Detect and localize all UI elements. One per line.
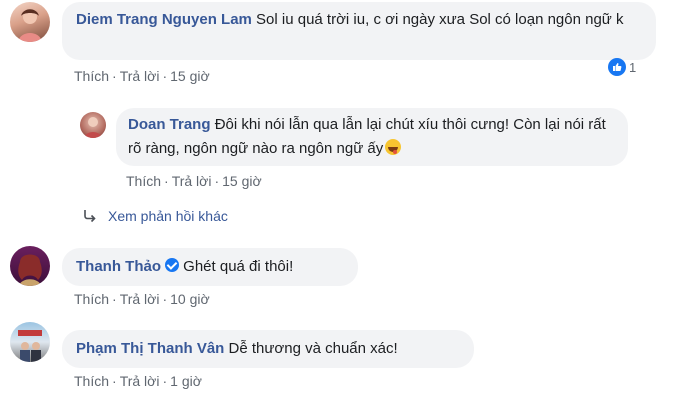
like-link[interactable]: Thích (74, 373, 109, 389)
comment-time[interactable]: 15 giờ (170, 68, 210, 84)
comment-actions: Thích · Trả lời · 1 giờ (74, 373, 202, 389)
comment-bubble: Diem Trang Nguyen Lam Sol iu quá trời iu… (62, 2, 656, 60)
comment-author[interactable]: Doan Trang (128, 116, 211, 133)
comment-author[interactable]: Thanh Thảo (76, 258, 161, 275)
comment-time[interactable]: 1 giờ (170, 373, 202, 389)
view-more-replies-label: Xem phản hồi khác (108, 208, 228, 224)
comment-bubble: Phạm Thị Thanh Vân Dễ thương và chuẩn xá… (62, 330, 474, 368)
comment-actions: Thích · Trả lời · 15 giờ (126, 173, 262, 189)
avatar[interactable] (10, 2, 50, 42)
reply-link[interactable]: Trả lời (120, 291, 160, 307)
tongue-emoji-icon (385, 139, 402, 155)
like-link[interactable]: Thích (74, 68, 109, 84)
comment-text: Sol iu quá trời iu, c ơi ngày xưa Sol có… (256, 11, 624, 28)
like-link[interactable]: Thích (74, 291, 109, 307)
comment-author[interactable]: Phạm Thị Thanh Vân (76, 340, 224, 357)
like-link[interactable]: Thích (126, 173, 161, 189)
reply-arrow-icon (84, 210, 96, 223)
avatar[interactable] (10, 322, 50, 362)
reply-link[interactable]: Trả lời (172, 173, 212, 189)
comment-time[interactable]: 10 giờ (170, 291, 210, 307)
like-icon (608, 58, 626, 76)
comment-actions: Thích · Trả lời · 10 giờ (74, 291, 210, 307)
view-more-replies-link[interactable]: Xem phản hồi khác (82, 208, 228, 224)
verified-badge-icon (165, 258, 179, 272)
comment-text: Dễ thương và chuẩn xác! (228, 340, 398, 357)
avatar[interactable] (10, 246, 50, 286)
comment-bubble: Thanh Thảo Ghét quá đi thôi! (62, 248, 358, 286)
reaction-number: 1 (629, 59, 637, 75)
comment-author[interactable]: Diem Trang Nguyen Lam (76, 11, 252, 28)
comment-actions: Thích · Trả lời · 15 giờ (74, 68, 210, 84)
reply-bubble: Doan Trang Đôi khi nói lẫn qua lẫn lại c… (116, 108, 628, 166)
comment-text: Ghét quá đi thôi! (183, 258, 294, 275)
reaction-count[interactable]: 1 (608, 58, 636, 76)
comment-time[interactable]: 15 giờ (222, 173, 262, 189)
reply-link[interactable]: Trả lời (120, 373, 160, 389)
reply-link[interactable]: Trả lời (120, 68, 160, 84)
avatar[interactable] (80, 112, 106, 138)
